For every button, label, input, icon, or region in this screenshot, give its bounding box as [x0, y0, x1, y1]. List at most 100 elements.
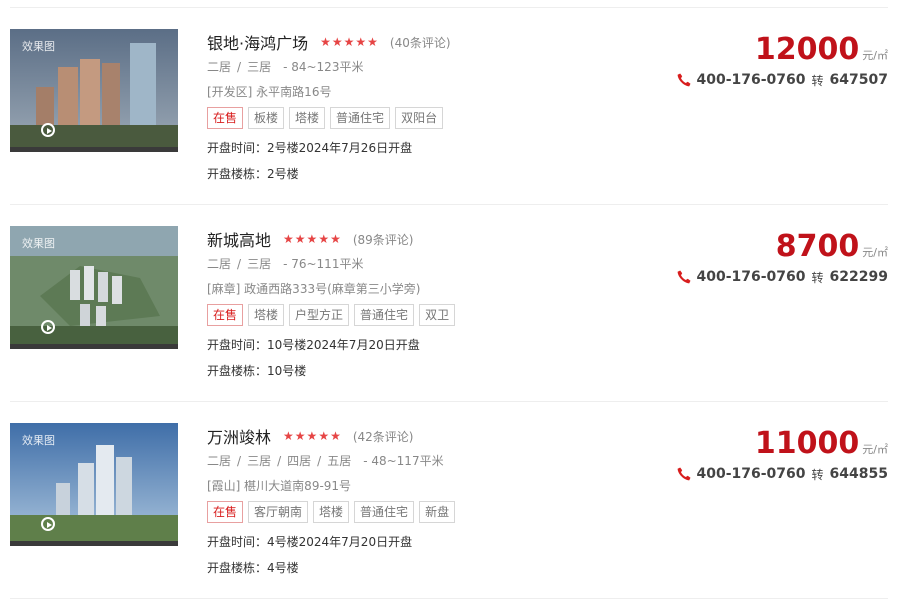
room-type: 三居 — [247, 257, 272, 271]
room-type: 三居 — [247, 60, 272, 74]
address: [开发区] 永平南路16号 — [207, 85, 332, 99]
price-unit: 元/㎡ — [862, 49, 888, 62]
star-icon: ★ — [306, 232, 318, 246]
feature-tag: 塔楼 — [313, 501, 350, 523]
listing-item: 效果图 新城高地 ★ ★ ★ ★ ★ (89条评论) 二居 / 三居 - 76~111平米 … — [0, 205, 904, 402]
feature-tag: 普通住宅 — [354, 304, 415, 326]
room-types: 二居 / 三居 - 84~123平米 — [207, 58, 657, 76]
price-box: 8700 元/㎡ 400-176-0760 转 622299 — [676, 230, 888, 287]
price-value: 8700 — [775, 229, 860, 264]
render-label: 效果图 — [22, 434, 55, 447]
feature-tag: 新盘 — [419, 501, 456, 523]
listing-name[interactable]: 万洲竣林 — [207, 424, 271, 448]
room-separator: / — [237, 257, 242, 271]
star-icon: ★ — [318, 232, 330, 246]
room-types: 二居 / 三居 - 76~111平米 — [207, 255, 657, 273]
transfer-label: 转 — [811, 73, 824, 88]
phone-number: 400-176-0760 — [696, 269, 806, 285]
review-count[interactable]: (40条评论) — [390, 34, 451, 51]
phone-row[interactable]: 400-176-0760 转 622299 — [676, 267, 888, 287]
listing-item: 效果图 万洲竣林 ★ ★ ★ ★ ★ (42条评论) 二居 / 三居 / 四居 / 五居 - 48~… — [0, 402, 904, 599]
room-separator: / — [317, 454, 322, 468]
price-value: 11000 — [754, 426, 860, 461]
room-type: 五居 — [327, 454, 352, 468]
play-icon[interactable] — [41, 517, 55, 531]
star-icon: ★ — [330, 429, 341, 443]
review-count[interactable]: (89条评论) — [353, 231, 414, 248]
phone-row[interactable]: 400-176-0760 转 644855 — [676, 464, 888, 484]
star-icon: ★ — [294, 232, 306, 246]
listing-thumbnail[interactable]: 效果图 — [10, 29, 178, 152]
price-value: 12000 — [754, 32, 860, 67]
listing-info: 万洲竣林 ★ ★ ★ ★ ★ (42条评论) 二居 / 三居 / 四居 / 五居 - 48~117平… — [207, 425, 657, 577]
feature-tag: 板楼 — [248, 107, 285, 129]
feature-tag: 普通住宅 — [330, 107, 391, 129]
feature-tags: 在售 板楼 塔楼 普通住宅 双阳台 — [207, 107, 657, 129]
feature-tag: 双阳台 — [395, 107, 444, 129]
star-icon: ★ — [331, 35, 343, 49]
star-icon: ★ — [367, 35, 378, 49]
star-icon: ★ — [294, 429, 306, 443]
open-time: 开盘时间：4号楼2024年7月20日开盘 — [207, 535, 413, 549]
area-range: - 84~123平米 — [283, 60, 364, 74]
star-icon: ★ — [330, 232, 341, 246]
star-icon: ★ — [283, 232, 294, 246]
room-separator: / — [237, 60, 242, 74]
feature-tags: 在售 客厅朝南 塔楼 普通住宅 新盘 — [207, 501, 657, 523]
area-range: - 48~117平米 — [363, 454, 444, 468]
feature-tag: 客厅朝南 — [248, 501, 309, 523]
feature-tag: 普通住宅 — [354, 501, 415, 523]
price-box: 11000 元/㎡ 400-176-0760 转 644855 — [676, 427, 888, 484]
feature-tag: 塔楼 — [248, 304, 285, 326]
phone-icon — [678, 73, 691, 87]
star-icon: ★ — [283, 429, 294, 443]
room-separator: / — [277, 454, 282, 468]
star-icon: ★ — [343, 35, 355, 49]
phone-number: 400-176-0760 — [696, 72, 806, 88]
review-count[interactable]: (42条评论) — [353, 428, 414, 445]
listing-thumbnail[interactable]: 效果图 — [10, 423, 178, 546]
rating-stars: ★ ★ ★ ★ ★ — [283, 233, 341, 245]
listing-name[interactable]: 新城高地 — [207, 227, 271, 251]
play-icon[interactable] — [41, 123, 55, 137]
phone-extension: 622299 — [829, 269, 888, 285]
feature-tag: 在售 — [207, 107, 244, 129]
price-unit: 元/㎡ — [862, 246, 888, 259]
feature-tag: 双卫 — [419, 304, 456, 326]
listing-info: 新城高地 ★ ★ ★ ★ ★ (89条评论) 二居 / 三居 - 76~111平米 [麻章]… — [207, 228, 657, 380]
open-building: 开盘楼栋：10号楼 — [207, 364, 307, 378]
render-label: 效果图 — [22, 40, 55, 53]
price-unit: 元/㎡ — [862, 443, 888, 456]
listing-info: 银地·海鸿广场 ★ ★ ★ ★ ★ (40条评论) 二居 / 三居 - 84~123平米 [… — [207, 31, 657, 183]
price-box: 12000 元/㎡ 400-176-0760 转 647507 — [676, 33, 888, 90]
star-icon: ★ — [306, 429, 318, 443]
phone-extension: 647507 — [829, 72, 888, 88]
phone-icon — [678, 467, 691, 481]
listing-name[interactable]: 银地·海鸿广场 — [207, 30, 308, 54]
phone-extension: 644855 — [829, 466, 888, 482]
phone-icon — [678, 270, 691, 284]
room-type: 二居 — [207, 454, 232, 468]
feature-tag: 户型方正 — [289, 304, 350, 326]
open-building: 开盘楼栋：2号楼 — [207, 167, 299, 181]
render-label: 效果图 — [22, 237, 55, 250]
room-type: 三居 — [247, 454, 272, 468]
rating-stars: ★ ★ ★ ★ ★ — [320, 36, 378, 48]
open-time: 开盘时间：10号楼2024年7月20日开盘 — [207, 338, 420, 352]
phone-number: 400-176-0760 — [696, 466, 806, 482]
feature-tag: 塔楼 — [289, 107, 326, 129]
address: [霞山] 椹川大道南89-91号 — [207, 479, 352, 493]
listing-thumbnail[interactable]: 效果图 — [10, 226, 178, 349]
phone-row[interactable]: 400-176-0760 转 647507 — [676, 70, 888, 90]
room-type: 二居 — [207, 60, 232, 74]
transfer-label: 转 — [811, 467, 824, 482]
play-icon[interactable] — [41, 320, 55, 334]
room-types: 二居 / 三居 / 四居 / 五居 - 48~117平米 — [207, 452, 657, 470]
area-range: - 76~111平米 — [283, 257, 364, 271]
room-type: 四居 — [287, 454, 312, 468]
feature-tag: 在售 — [207, 304, 244, 326]
room-separator: / — [237, 454, 242, 468]
listing-item: 效果图 银地·海鸿广场 ★ ★ ★ ★ ★ (40条评论) 二居 / 三居 - 84~123… — [0, 8, 904, 205]
open-building: 开盘楼栋：4号楼 — [207, 561, 299, 575]
star-icon: ★ — [318, 429, 330, 443]
